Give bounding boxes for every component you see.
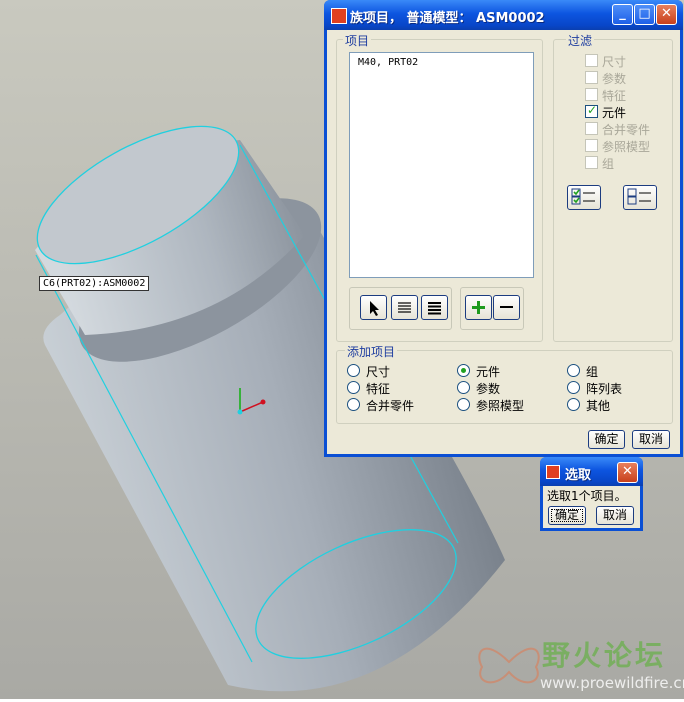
- family-dialog-body: 项目 M40, PRT02 过滤 尺寸 参数 特征 ✓ 元件 合并零件 参照模型…: [327, 30, 680, 454]
- remove-item-button[interactable]: [493, 295, 520, 320]
- filter-component[interactable]: ✓ 元件: [585, 103, 626, 120]
- butterfly-logo-icon: [478, 647, 540, 684]
- select-dialog-body: 选取1个项目。 确定 取消: [543, 486, 640, 528]
- table-icon: [428, 302, 441, 315]
- list-view-button[interactable]: [391, 295, 418, 320]
- add-dimension-radio[interactable]: 尺寸: [347, 363, 390, 380]
- app-icon: [331, 8, 347, 24]
- maximize-button[interactable]: □: [634, 4, 655, 25]
- select-arrow-icon: [370, 301, 379, 316]
- check-all-button[interactable]: [567, 185, 601, 210]
- app-icon: [546, 465, 560, 479]
- add-group-radio[interactable]: 组: [567, 363, 598, 380]
- add-remove-group: [460, 287, 524, 330]
- select-close-button[interactable]: ✕: [617, 462, 638, 483]
- watermark-title: 野火论坛: [542, 639, 667, 672]
- family-dialog-title: 族项目， 普通模型： ASM0002: [350, 11, 545, 26]
- minimize-button[interactable]: _: [612, 4, 633, 25]
- list-item[interactable]: M40, PRT02: [358, 57, 418, 68]
- add-feature-radio[interactable]: 特征: [347, 380, 390, 397]
- select-dialog: 选取 ✕ 选取1个项目。 确定 取消: [540, 457, 643, 531]
- add-item-button[interactable]: [465, 295, 492, 320]
- view-mode-group: [349, 287, 452, 330]
- family-items-dialog: 族项目， 普通模型： ASM0002 _ □ ✕ 项目 M40, PRT02 过…: [324, 0, 683, 457]
- close-button[interactable]: ✕: [656, 4, 677, 25]
- items-list[interactable]: M40, PRT02: [349, 52, 534, 278]
- watermark: 野火论坛 www.proewildfire.cn: [472, 630, 684, 699]
- add-reference-model-radio[interactable]: 参照模型: [457, 397, 524, 414]
- select-dialog-titlebar[interactable]: 选取 ✕: [540, 457, 643, 486]
- filter-group: 过滤 尺寸 参数 特征 ✓ 元件 合并零件 参照模型 组: [553, 32, 673, 342]
- add-items-group: 添加项目 尺寸 元件 组 特征 参数 阵列表 合并零件 参照模型 其他: [336, 343, 673, 424]
- cancel-button[interactable]: 取消: [632, 430, 670, 449]
- add-other-radio[interactable]: 其他: [567, 397, 610, 414]
- select-arrow-button[interactable]: [360, 295, 387, 320]
- add-items-group-label: 添加项目: [345, 343, 398, 360]
- ok-button[interactable]: 确定: [588, 430, 625, 449]
- add-component-radio[interactable]: 元件: [457, 363, 500, 380]
- filter-parameter: 参数: [585, 70, 626, 86]
- minus-icon: [500, 306, 513, 308]
- filter-feature: 特征: [585, 87, 626, 103]
- select-cancel-button[interactable]: 取消: [596, 506, 634, 525]
- plus-icon: [472, 301, 485, 314]
- filter-group-label: 过滤: [566, 32, 595, 49]
- select-dialog-title: 选取: [565, 468, 592, 483]
- check-all-icon: [571, 188, 595, 205]
- select-message: 选取1个项目。: [547, 489, 627, 503]
- family-dialog-titlebar[interactable]: 族项目， 普通模型： ASM0002 _ □ ✕: [324, 0, 683, 30]
- filter-group-item: 组: [585, 155, 614, 171]
- table-view-button[interactable]: [421, 295, 448, 320]
- filter-reference-model: 参照模型: [585, 138, 650, 154]
- uncheck-all-button[interactable]: [623, 185, 657, 210]
- uncheck-all-icon: [627, 188, 651, 205]
- select-ok-button[interactable]: 确定: [548, 506, 586, 525]
- filter-dimension: 尺寸: [585, 53, 626, 69]
- items-group: 项目 M40, PRT02: [336, 32, 543, 342]
- watermark-url: www.proewildfire.cn: [540, 674, 684, 692]
- add-merged-part-radio[interactable]: 合并零件: [347, 397, 414, 414]
- list-icon: [398, 302, 411, 313]
- add-parameter-radio[interactable]: 参数: [457, 380, 500, 397]
- items-group-label: 项目: [343, 32, 372, 49]
- add-pattern-table-radio[interactable]: 阵列表: [567, 380, 622, 397]
- filter-merged-part: 合并零件: [585, 121, 650, 137]
- component-tooltip: C6(PRT02):ASM0002: [39, 276, 150, 291]
